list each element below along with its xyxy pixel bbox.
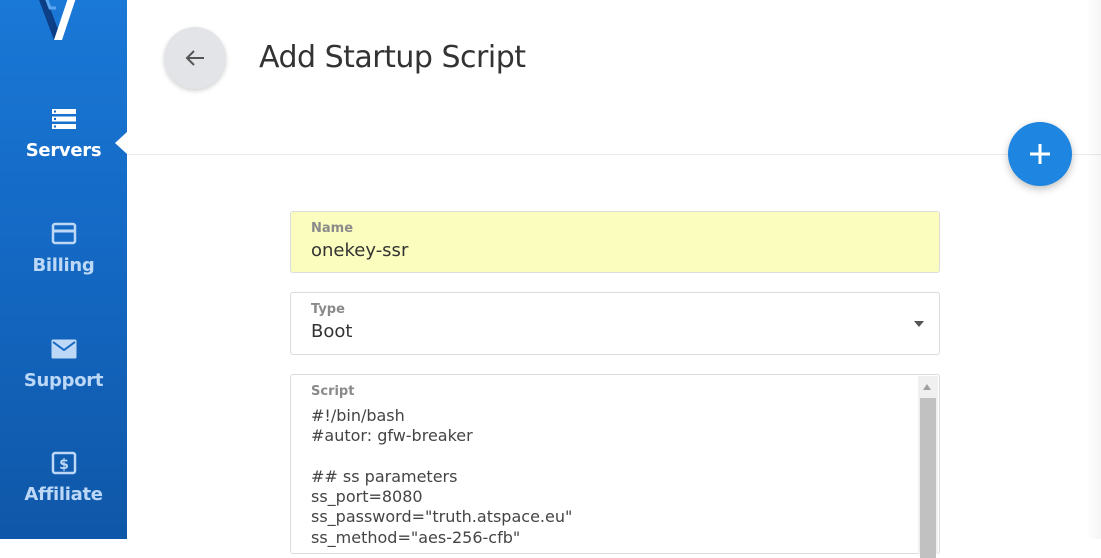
add-button[interactable] [1008, 122, 1072, 186]
name-label: Name [311, 221, 354, 236]
sidebar-item-label: Affiliate [24, 484, 103, 505]
type-value[interactable]: Boot [311, 321, 352, 342]
sidebar-item-affiliate[interactable]: $ Affiliate [0, 450, 127, 505]
sidebar-item-label: Support [23, 370, 104, 391]
envelope-icon [51, 339, 76, 359]
name-field[interactable]: Name onekey-ssr [290, 211, 940, 273]
dropdown-caret-icon[interactable] [914, 321, 924, 327]
vultr-logo[interactable] [32, 0, 82, 44]
scroll-thumb[interactable] [920, 398, 936, 558]
page-edge [1086, 0, 1101, 539]
back-button[interactable] [164, 27, 226, 89]
active-indicator [115, 132, 127, 154]
name-input[interactable]: onekey-ssr [311, 240, 408, 261]
page-title: Add Startup Script [259, 40, 526, 75]
script-content[interactable]: #!/bin/bash #autor: gfw-breaker ## ss pa… [311, 406, 572, 548]
server-icon [51, 109, 76, 129]
sidebar-item-label: Billing [32, 255, 95, 276]
scroll-up-icon[interactable] [923, 384, 931, 390]
type-select[interactable]: Type Boot [290, 292, 940, 355]
svg-text:$: $ [59, 457, 69, 473]
sidebar-item-support[interactable]: Support [0, 336, 127, 391]
sidebar-nav: Servers Billing Support $ Affiliate [0, 0, 127, 539]
dollar-icon: $ [51, 451, 76, 475]
sidebar-item-label: Servers [25, 140, 102, 161]
type-label: Type [311, 302, 345, 317]
sidebar-item-servers[interactable]: Servers [0, 106, 127, 161]
sidebar-item-billing[interactable]: Billing [0, 221, 127, 276]
credit-card-icon [51, 222, 76, 245]
script-textarea[interactable]: Script #!/bin/bash #autor: gfw-breaker #… [290, 374, 940, 558]
script-label: Script [311, 384, 355, 399]
page-header: Add Startup Script [127, 0, 1101, 155]
script-scrollbar[interactable] [918, 376, 938, 558]
plus-icon [1030, 144, 1050, 164]
arrow-left-icon [185, 50, 204, 66]
